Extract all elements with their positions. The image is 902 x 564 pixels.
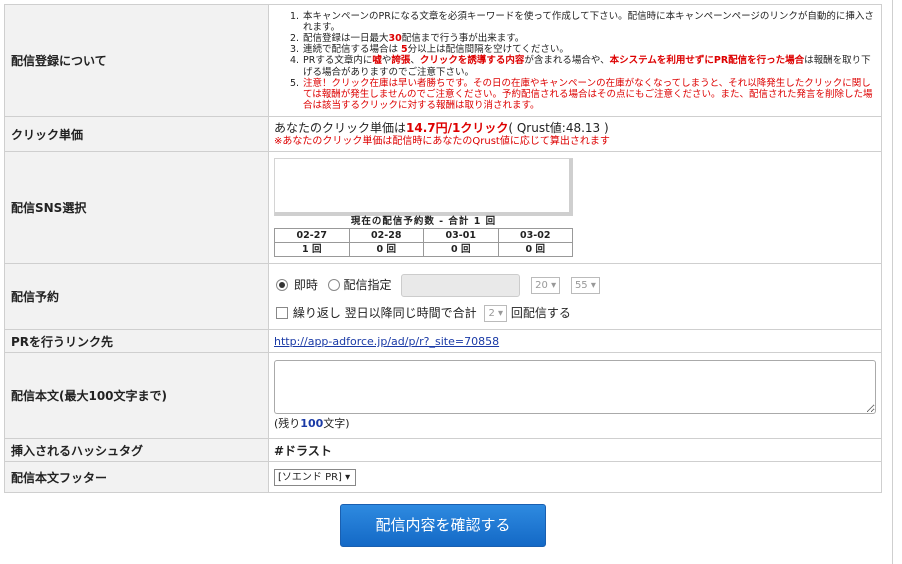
repeat-suffix: 回配信する bbox=[510, 305, 571, 320]
minute-select[interactable]: 55 ▾ bbox=[570, 276, 600, 294]
row-footer: 配信本文フッター [ソエンド PR] ▾ bbox=[4, 461, 882, 493]
repeat-label: 繰り返し 翌日以降同じ時間で合計 bbox=[292, 305, 477, 320]
row-price: クリック単価 あなたのクリック単価は14.7円/1クリック( Qrust値:48… bbox=[4, 116, 882, 152]
radio-now-label: 即時 bbox=[293, 277, 318, 292]
body-textarea[interactable] bbox=[274, 360, 876, 414]
page: 配信登録について 1. 本キャンペーンのPRになる文章を必須キーワードを使って作成… bbox=[0, 0, 902, 564]
registration-form-table: 配信登録について 1. 本キャンペーンのPRになる文章を必須キーワードを使って作成… bbox=[4, 4, 882, 493]
click-price: 14.7円/1クリック bbox=[406, 120, 509, 135]
radio-specify-label: 配信指定 bbox=[343, 277, 392, 292]
count-cell: 0 回 bbox=[348, 242, 424, 257]
row-hashtag: 挿入されるハッシュタグ #ドラスト bbox=[4, 438, 882, 462]
price-label: クリック単価 bbox=[4, 116, 269, 152]
note-item: 3. 連続で配信する場合は 5分以上は配信間隔を空けてください。 bbox=[290, 44, 569, 56]
sns-panel: 現在の配信予約数 - 合計 1 回 02-27 02-28 03-01 03-0… bbox=[274, 158, 573, 257]
row-about: 配信登録について 1. 本キャンペーンのPRになる文章を必須キーワードを使って作成… bbox=[4, 4, 882, 117]
note-item: 1. 本キャンペーンのPRになる文章を必須キーワードを使って作成して下さい。配信時… bbox=[290, 10, 874, 33]
date-cell: 03-02 bbox=[497, 228, 573, 243]
row-link: PRを行うリンク先 http://app-adforce.jp/ad/p/r?_… bbox=[4, 329, 882, 353]
count-cell: 0 回 bbox=[497, 242, 573, 257]
note-item: 2. 配信登録は一日最大30配信まで行う事が出来ます。 bbox=[290, 32, 525, 44]
hashtag-label: 挿入されるハッシュタグ bbox=[4, 438, 269, 462]
reservation-summary: 現在の配信予約数 - 合計 1 回 bbox=[350, 216, 497, 227]
count-cell: 0 回 bbox=[423, 242, 499, 257]
about-label: 配信登録について bbox=[4, 4, 269, 117]
date-cell: 02-28 bbox=[348, 228, 424, 243]
sns-select-box[interactable] bbox=[274, 158, 573, 216]
repeat-checkbox[interactable] bbox=[276, 307, 288, 319]
date-cell: 02-27 bbox=[274, 228, 350, 243]
divider bbox=[892, 0, 893, 564]
row-body: 配信本文(最大100文字まで) (残り100文字) bbox=[4, 352, 882, 439]
pr-link[interactable]: http://app-adforce.jp/ad/p/r?_site=70858 bbox=[274, 335, 499, 348]
hashtag-value: #ドラスト bbox=[268, 438, 882, 462]
price-line: あなたのクリック単価は14.7円/1クリック( Qrust値:48.13 ) bbox=[274, 120, 609, 135]
radio-now[interactable] bbox=[276, 279, 288, 291]
confirm-button[interactable]: 配信内容を確認する bbox=[340, 504, 546, 547]
note-item: 5. 注意！クリック在庫は早い者勝ちです。その日の在庫やキャンペーンの在庫がなくな… bbox=[290, 77, 873, 112]
remaining-count: (残り100文字) bbox=[274, 417, 350, 430]
sns-label: 配信SNS選択 bbox=[4, 151, 269, 264]
date-cell: 03-01 bbox=[423, 228, 499, 243]
hour-select[interactable]: 20 ▾ bbox=[531, 276, 561, 294]
date-input[interactable] bbox=[401, 273, 521, 297]
radio-specify[interactable] bbox=[327, 279, 340, 291]
reservation-count-table: 02-27 02-28 03-01 03-02 1 回 0 回 0 回 0 回 bbox=[274, 228, 573, 257]
footer-label: 配信本文フッター bbox=[4, 461, 269, 493]
price-note: ※あなたのクリック単価は配信時にあなたのQrust値に応じて算出されます bbox=[274, 135, 610, 147]
repeat-count-select[interactable]: 2 ▾ bbox=[484, 304, 508, 322]
footer-select[interactable]: [ソエンド PR] ▾ bbox=[274, 468, 357, 486]
schedule-label: 配信予約 bbox=[4, 263, 269, 330]
body-label: 配信本文(最大100文字まで) bbox=[4, 352, 269, 439]
notes-list: 1. 本キャンペーンのPRになる文章を必須キーワードを使って作成して下さい。配信時… bbox=[269, 6, 881, 116]
row-schedule: 配信予約 即時 配信指定 20 ▾ 55 ▾ 繰り返し 翌日以降同じ時間で合計 … bbox=[4, 263, 882, 330]
row-sns: 配信SNS選択 現在の配信予約数 - 合計 1 回 02-27 02-28 03… bbox=[4, 151, 882, 264]
link-label: PRを行うリンク先 bbox=[4, 329, 269, 353]
count-cell: 1 回 bbox=[274, 242, 350, 257]
note-item: 4. PRする文章内に嘘や誇張、クリックを誘導する内容が含まれる場合や、本システム… bbox=[290, 55, 871, 78]
